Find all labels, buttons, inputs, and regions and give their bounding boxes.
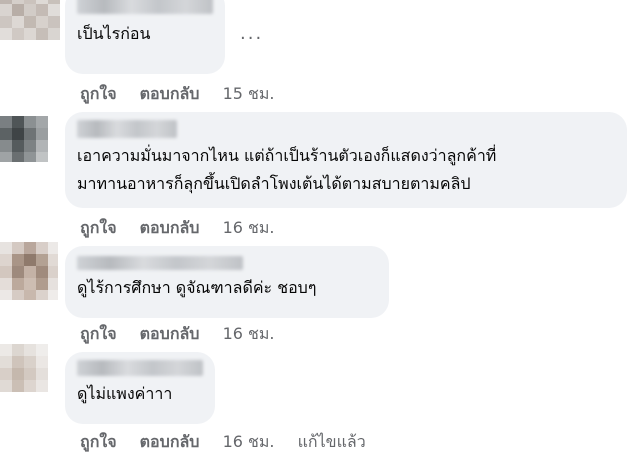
more-horizontal-icon[interactable]: ··· bbox=[240, 28, 263, 49]
comment-line: ดูไม่แพงค่าาา bbox=[77, 384, 173, 403]
comment-line: ดูไร้การศึกษา ดูจัณฑาลดีค่ะ ชอบๆ bbox=[77, 278, 317, 297]
comment-bubble: ดูไร้การศึกษา ดูจัณฑาลดีค่ะ ชอบๆ bbox=[65, 246, 389, 318]
comment-bubble: เป็นไรก่อน bbox=[65, 0, 225, 74]
commenter-name[interactable] bbox=[77, 0, 213, 14]
comment-text: ดูไร้การศึกษา ดูจัณฑาลดีค่ะ ชอบๆ bbox=[77, 274, 377, 302]
comment-text: เป็นไรก่อน bbox=[77, 20, 213, 48]
avatar[interactable] bbox=[0, 0, 60, 40]
comment-timestamp[interactable]: 16 ชม. bbox=[223, 216, 275, 241]
like-button[interactable]: ถูกใจ bbox=[80, 216, 117, 241]
reply-button[interactable]: ตอบกลับ bbox=[140, 430, 200, 455]
comment-text: ดูไม่แพงค่าาา bbox=[77, 380, 203, 408]
comment-line: มาทานอาหารก็ลุกขึ้นเปิดลำโพงเต้นได้ตามสบ… bbox=[77, 174, 471, 193]
reply-button[interactable]: ตอบกลับ bbox=[140, 322, 200, 347]
reply-button[interactable]: ตอบกลับ bbox=[140, 82, 200, 107]
comment-bubble: เอาความมั่นมาจากไหน แต่ถ้าเป็นร้านตัวเอง… bbox=[65, 112, 627, 208]
commenter-name[interactable] bbox=[77, 256, 243, 270]
comment-actions: ถูกใจ ตอบกลับ 16 ชม. แก้ไขแล้ว bbox=[80, 430, 384, 454]
like-button[interactable]: ถูกใจ bbox=[80, 430, 117, 455]
avatar[interactable] bbox=[0, 116, 50, 162]
like-button[interactable]: ถูกใจ bbox=[80, 82, 117, 107]
edited-label[interactable]: แก้ไขแล้ว bbox=[298, 430, 366, 455]
like-button[interactable]: ถูกใจ bbox=[80, 322, 117, 347]
comment-actions: ถูกใจ ตอบกลับ 16 ชม. bbox=[80, 216, 293, 240]
comment-timestamp[interactable]: 15 ชม. bbox=[223, 82, 275, 107]
comment-line: เป็นไรก่อน bbox=[77, 24, 151, 43]
comment-text: เอาความมั่นมาจากไหน แต่ถ้าเป็นร้านตัวเอง… bbox=[77, 142, 615, 198]
comment-bubble: ดูไม่แพงค่าาา bbox=[65, 352, 215, 424]
reply-button[interactable]: ตอบกลับ bbox=[140, 216, 200, 241]
commenter-name[interactable] bbox=[77, 360, 203, 376]
comment-timestamp[interactable]: 16 ชม. bbox=[223, 430, 275, 455]
avatar[interactable] bbox=[0, 344, 48, 400]
comment-timestamp[interactable]: 16 ชม. bbox=[223, 322, 275, 347]
comment-actions: ถูกใจ ตอบกลับ 15 ชม. bbox=[80, 82, 293, 106]
avatar[interactable] bbox=[0, 242, 58, 300]
commenter-name[interactable] bbox=[77, 120, 177, 138]
comment-actions: ถูกใจ ตอบกลับ 16 ชม. bbox=[80, 322, 293, 346]
comment-line: เอาความมั่นมาจากไหน แต่ถ้าเป็นร้านตัวเอง… bbox=[77, 146, 497, 165]
